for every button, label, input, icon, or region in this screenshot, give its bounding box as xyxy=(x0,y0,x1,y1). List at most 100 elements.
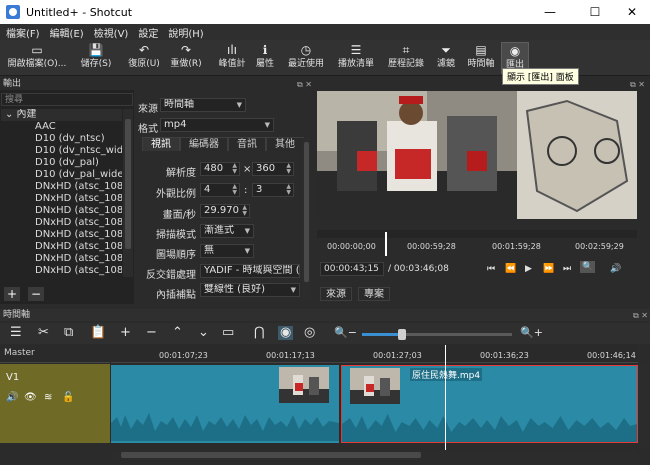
panel-float-close-icon[interactable]: ⧉ ✕ xyxy=(630,79,645,91)
list-item[interactable]: DNxHD (atsc_108... xyxy=(1,205,122,217)
menu-view[interactable]: 檢視(V) xyxy=(94,25,129,40)
save-button[interactable]: 💾 儲存(S) xyxy=(76,42,116,74)
list-item[interactable]: AAC xyxy=(1,121,122,133)
field-order-combo[interactable]: 無 ▼ xyxy=(200,244,254,258)
menu-icon[interactable]: ☰ xyxy=(10,326,22,340)
rewind-icon[interactable]: ⏪ xyxy=(505,264,516,274)
skip-end-icon[interactable]: ⏭ xyxy=(563,264,571,274)
timeline-scroll-thumb[interactable] xyxy=(121,452,421,458)
redo-button[interactable]: ↷ 重做(R) xyxy=(166,42,206,74)
video-preview[interactable] xyxy=(317,91,637,219)
aspect-width-spinner[interactable]: 4 ▲ ▼ xyxy=(200,183,240,197)
settings-scroll-thumb[interactable] xyxy=(304,142,309,282)
maximize-button[interactable]: ☐ xyxy=(575,0,615,24)
timeline-vscrollbar[interactable] xyxy=(639,364,649,448)
history-button[interactable]: ⌗ 歷程記錄 xyxy=(384,42,428,74)
master-track-head: Master xyxy=(0,345,110,363)
zoom-slider-handle[interactable] xyxy=(398,329,406,340)
list-item[interactable]: DNxHD (atsc_108... xyxy=(1,181,122,193)
composite-layers-icon[interactable]: ≋ xyxy=(44,392,52,403)
interpolation-combo[interactable]: 雙線性 (良好) ▼ xyxy=(200,283,300,297)
preset-scroll-thumb[interactable] xyxy=(125,119,131,249)
hide-eye-icon[interactable]: 👁 xyxy=(24,392,37,403)
tab-project[interactable]: 專案 xyxy=(358,287,390,301)
minimize-button[interactable]: — xyxy=(530,0,570,24)
overwrite-icon[interactable]: ⌄ xyxy=(198,326,209,340)
settings-scrollbar[interactable] xyxy=(302,138,311,302)
undo-button[interactable]: ↶ 復原(U) xyxy=(124,42,164,74)
play-icon[interactable]: ▶ xyxy=(525,264,532,274)
lift-icon[interactable]: ⌃ xyxy=(172,326,183,340)
track-head-v1[interactable]: V1 🔊 👁 ≋ 🔓 xyxy=(0,364,110,443)
list-item[interactable]: DNxHD (atsc_108... xyxy=(1,229,122,241)
zoom-icon[interactable]: 🔍 xyxy=(580,261,596,273)
preset-group-builtin[interactable]: ⌄ 內建 xyxy=(1,109,122,121)
append-icon[interactable]: + xyxy=(120,326,131,340)
tab-video[interactable]: 視訊 xyxy=(142,137,180,151)
playlist-button[interactable]: ☰ 播放清單 xyxy=(334,42,378,74)
add-preset-button[interactable]: + xyxy=(4,287,20,301)
menu-help[interactable]: 說明(H) xyxy=(168,25,203,40)
menu-edit[interactable]: 編輯(E) xyxy=(50,25,84,40)
menu-file[interactable]: 檔案(F) xyxy=(6,25,40,40)
tab-codec[interactable]: 編碼器 xyxy=(180,137,228,151)
timeline-hscrollbar[interactable] xyxy=(111,450,638,460)
player-ruler[interactable]: 00:00:00;00 00:00:59;28 00:01:59;28 00:0… xyxy=(317,230,637,258)
split-icon[interactable]: ▭ xyxy=(222,326,234,340)
panel-float-close-icon[interactable]: ⧉ ✕ xyxy=(633,310,648,322)
zoom-out-icon[interactable]: 🔍− xyxy=(334,326,357,340)
timeline-button[interactable]: ▤ 時間軸 xyxy=(464,42,498,74)
timeline-playhead[interactable] xyxy=(445,345,446,453)
list-item[interactable]: DNxHD (atsc_108... xyxy=(1,241,122,253)
height-spinner[interactable]: 360 ▲ ▼ xyxy=(252,162,294,176)
aspect-height-spinner[interactable]: 3 ▲ ▼ xyxy=(252,183,294,197)
preset-scrollbar[interactable] xyxy=(123,109,133,277)
preset-search-input[interactable]: 搜尋 xyxy=(1,93,133,106)
playhead[interactable] xyxy=(385,232,387,256)
tab-source[interactable]: 來源 xyxy=(320,287,352,301)
tab-audio[interactable]: 音訊 xyxy=(228,137,266,151)
paste-icon[interactable]: 📋 xyxy=(90,326,106,340)
list-item[interactable]: D10 (dv_ntsc_wide) xyxy=(1,145,122,157)
volume-icon[interactable]: 🔊 xyxy=(610,264,621,274)
peak-meter-button[interactable]: ılı 峰值計 xyxy=(214,42,250,74)
clip-2[interactable]: 原住民熱舞.mp4 xyxy=(341,365,638,443)
properties-button[interactable]: ℹ 屬性 xyxy=(252,42,278,74)
timeline-ruler[interactable]: 00:01:07;23 00:01:17;13 00:01:27;03 00:0… xyxy=(111,345,638,363)
list-item[interactable]: D10 (dv_pal) xyxy=(1,157,122,169)
remove-preset-button[interactable]: − xyxy=(28,287,44,301)
zoom-in-icon[interactable]: 🔍+ xyxy=(520,326,543,340)
fps-spinner[interactable]: 29.970 ▲ ▼ xyxy=(200,204,250,218)
list-item[interactable]: D10 (dv_pal_wide) xyxy=(1,169,122,181)
copy-icon[interactable]: ⧉ xyxy=(64,326,73,340)
resolution-label: 解析度 xyxy=(166,168,196,179)
tab-other[interactable]: 其他 xyxy=(266,137,304,151)
deinterlace-combo[interactable]: YADIF - 時域與空間 (最 xyxy=(200,264,300,278)
list-item[interactable]: DNxHD (atsc_108... xyxy=(1,253,122,265)
scan-mode-combo[interactable]: 漸進式 ▼ xyxy=(200,224,254,238)
zoom-slider[interactable] xyxy=(362,329,512,340)
remove-icon[interactable]: − xyxy=(146,326,157,340)
filters-button[interactable]: ⏷ 濾鏡 xyxy=(432,42,460,74)
close-button[interactable]: ✕ xyxy=(612,0,650,24)
menu-settings[interactable]: 設定 xyxy=(138,25,158,40)
ripple-icon[interactable]: ◎ xyxy=(304,326,315,340)
skip-start-icon[interactable]: ⏮ xyxy=(487,264,495,274)
list-item[interactable]: D10 (dv_ntsc) xyxy=(1,133,122,145)
scrub-icon[interactable]: ◉ xyxy=(278,326,294,340)
clip-1[interactable] xyxy=(111,365,339,443)
list-item[interactable]: DNxHD (atsc_108... xyxy=(1,193,122,205)
mute-speaker-icon[interactable]: 🔊 xyxy=(6,392,18,403)
fast-forward-icon[interactable]: ⏩ xyxy=(543,264,554,274)
list-item[interactable]: DNxHD (atsc_108... xyxy=(1,265,122,277)
width-spinner[interactable]: 480 ▲ ▼ xyxy=(200,162,240,176)
open-file-button[interactable]: ▭ 開啟檔案(O)... xyxy=(4,42,70,74)
format-combo[interactable]: mp4 ▼ xyxy=(160,118,274,132)
recent-button[interactable]: ◷ 最近使用 xyxy=(284,42,328,74)
source-combo[interactable]: 時間軸 ▼ xyxy=(160,98,246,112)
current-timecode-input[interactable]: 00:00:43;15 xyxy=(320,262,384,276)
lock-icon[interactable]: 🔓 xyxy=(62,392,74,403)
list-item[interactable]: DNxHD (atsc_108... xyxy=(1,217,122,229)
snap-magnet-icon[interactable]: ⋂ xyxy=(254,326,265,340)
cut-icon[interactable]: ✂ xyxy=(38,326,49,340)
